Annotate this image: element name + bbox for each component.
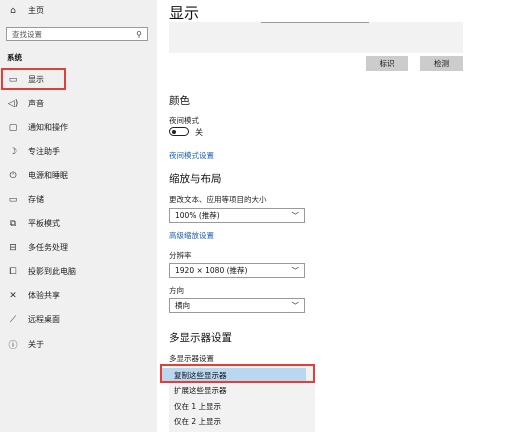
- resolution-dropdown[interactable]: 1920 × 1080 (推荐) ﹀: [169, 263, 305, 278]
- home-icon: ⌂: [10, 5, 16, 16]
- option-only-1[interactable]: 仅在 1 上显示: [174, 401, 221, 412]
- night-mode-toggle[interactable]: [169, 127, 189, 136]
- page-title: 显示: [169, 4, 200, 22]
- orientation-dropdown[interactable]: 横向 ﹀: [169, 298, 305, 313]
- sidebar-home-label: 主页: [28, 6, 44, 15]
- search-input[interactable]: 查找设置 ⚲: [6, 27, 148, 41]
- advanced-scaling-link[interactable]: 高级缩放设置: [169, 230, 214, 241]
- scale-label: 更改文本、应用等项目的大小: [169, 195, 267, 204]
- sidebar-item-shared[interactable]: ✕ 体验共享: [6, 290, 60, 301]
- sidebar-item-label: 存储: [28, 195, 44, 204]
- chevron-down-icon: ﹀: [291, 301, 300, 310]
- orientation-label: 方向: [169, 286, 184, 295]
- sidebar-home[interactable]: ⌂ 主页: [6, 5, 44, 16]
- highlight-box: [1, 68, 66, 90]
- sidebar-item-project[interactable]: ⧠ 投影到此电脑: [6, 266, 76, 277]
- detect-button[interactable]: 检测: [420, 56, 463, 71]
- sidebar-item-remote[interactable]: ⟋ 远程桌面: [6, 314, 60, 325]
- sidebar-item-sound[interactable]: ◁) 声音: [6, 98, 44, 109]
- notification-icon: ▢: [8, 122, 18, 133]
- scale-heading: 缩放与布局: [169, 173, 222, 185]
- sidebar-item-label: 专注助手: [28, 147, 60, 156]
- sidebar-item-label: 平板模式: [28, 219, 60, 228]
- sidebar-item-notifications[interactable]: ▢ 通知和操作: [6, 122, 68, 133]
- sidebar-item-label: 远程桌面: [28, 315, 60, 324]
- sidebar-item-storage[interactable]: ▭ 存储: [6, 194, 44, 205]
- scale-dropdown[interactable]: 100% (推荐) ﹀: [169, 208, 305, 223]
- main-panel: 显示 标识 检测 颜色 夜间模式 关 夜间模式设置 缩放与布局 更改文本、应用等…: [157, 0, 527, 432]
- sidebar-item-focus-assist[interactable]: ☽ 专注助手: [6, 146, 60, 157]
- option-extend[interactable]: 扩展这些显示器: [174, 385, 227, 396]
- sidebar-section-label: 系统: [7, 53, 22, 62]
- sidebar: ⌂ 主页 查找设置 ⚲ 系统 ▭ 显示 ◁) 声音 ▢ 通知和操作 ☽ 专注助手…: [0, 0, 157, 432]
- multitask-icon: ⊟: [9, 242, 17, 253]
- color-heading: 颜色: [169, 95, 190, 107]
- preview-divider: [261, 22, 369, 23]
- resolution-value: 1920 × 1080 (推荐): [175, 266, 248, 275]
- remote-icon: ⟋: [9, 314, 17, 325]
- identify-button[interactable]: 标识: [366, 56, 408, 71]
- scale-value: 100% (推荐): [175, 211, 220, 220]
- speaker-icon: ◁): [7, 98, 19, 109]
- toggle-knob: [172, 129, 176, 134]
- power-icon: ⏻: [9, 170, 17, 181]
- night-mode-settings-link[interactable]: 夜间模式设置: [169, 150, 214, 161]
- display-preview[interactable]: [169, 22, 463, 53]
- sidebar-item-label: 通知和操作: [28, 123, 68, 132]
- option-only-2[interactable]: 仅在 2 上显示: [174, 416, 221, 427]
- sidebar-item-label: 电源和睡眠: [28, 171, 68, 180]
- multi-display-label: 多显示器设置: [169, 354, 214, 363]
- sidebar-item-power[interactable]: ⏻ 电源和睡眠: [6, 170, 68, 181]
- search-icon: ⚲: [136, 29, 142, 39]
- sidebar-item-label: 体验共享: [28, 291, 60, 300]
- sidebar-item-tablet[interactable]: ⧉ 平板模式: [6, 218, 60, 229]
- night-mode-label: 夜间模式: [169, 116, 199, 125]
- tablet-icon: ⧉: [9, 218, 17, 229]
- search-placeholder: 查找设置: [12, 29, 42, 39]
- sidebar-item-label: 声音: [28, 99, 44, 108]
- multi-display-heading: 多显示器设置: [169, 332, 232, 344]
- sidebar-item-label: 关于: [28, 340, 44, 349]
- chevron-down-icon: ﹀: [291, 266, 300, 275]
- project-icon: ⧠: [9, 266, 17, 277]
- resolution-label: 分辨率: [169, 251, 192, 260]
- sidebar-item-multitasking[interactable]: ⊟ 多任务处理: [6, 242, 68, 253]
- chevron-down-icon: ﹀: [291, 211, 300, 220]
- orientation-value: 横向: [175, 301, 190, 310]
- night-mode-state: 关: [195, 128, 203, 137]
- sidebar-item-label: 投影到此电脑: [28, 267, 76, 276]
- sidebar-item-about[interactable]: ⓘ 关于: [6, 338, 44, 351]
- moon-icon: ☽: [8, 146, 18, 157]
- option-highlight-box: [160, 364, 315, 383]
- storage-icon: ▭: [8, 194, 18, 205]
- share-icon: ✕: [9, 290, 17, 301]
- info-icon: ⓘ: [8, 341, 18, 351]
- sidebar-item-label: 多任务处理: [28, 243, 68, 252]
